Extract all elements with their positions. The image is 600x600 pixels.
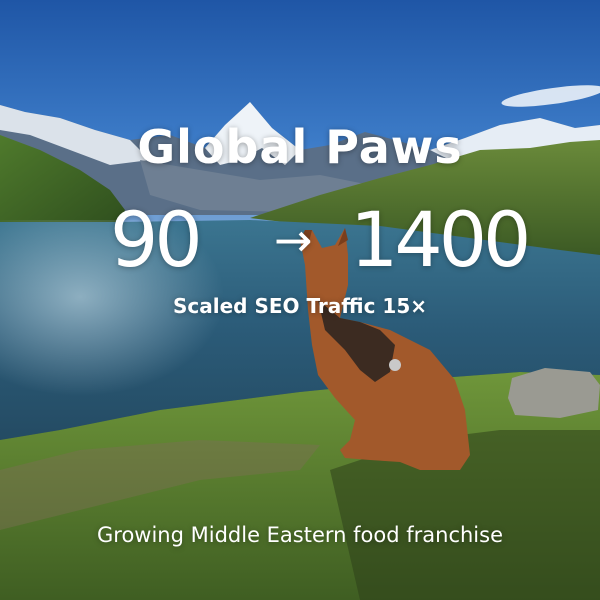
arrow-right-icon: → — [274, 213, 313, 267]
metric-before-value: 90 — [110, 195, 203, 284]
case-study-card: Global Paws 90 → 1400 Scaled SEO Traffic… — [0, 0, 600, 600]
metric-caption: Scaled SEO Traffic 15× — [172, 294, 427, 318]
metric-after-value: 1400 — [350, 195, 531, 284]
client-description: Growing Middle Eastern food franchise — [97, 523, 503, 547]
brand-title: Global Paws — [137, 120, 463, 174]
rock — [508, 368, 600, 418]
